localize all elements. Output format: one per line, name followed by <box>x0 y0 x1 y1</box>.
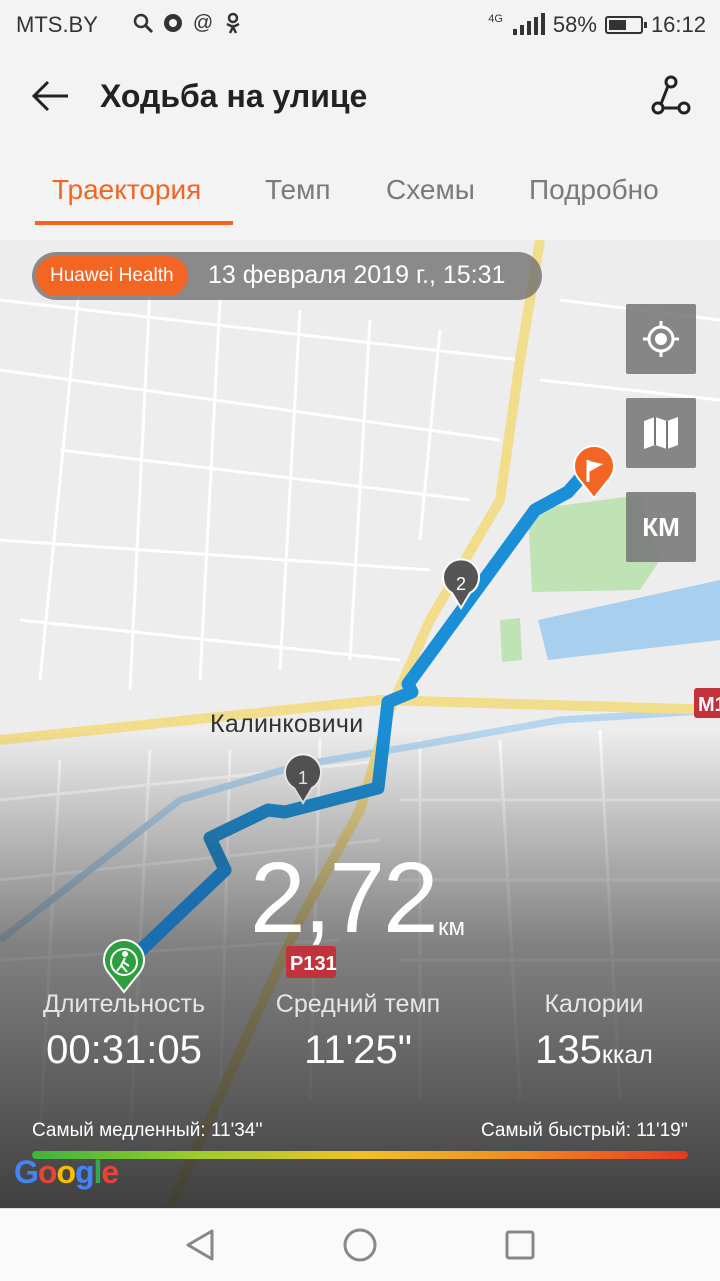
battery-percent: 58% <box>552 12 597 37</box>
tab-bar: Траектория Темп Схемы Подробно <box>0 144 720 240</box>
ok-icon <box>222 12 244 34</box>
total-distance: 2,72 <box>250 842 439 954</box>
slowest-pace: Самый медленный: 11'34'' <box>32 1120 263 1141</box>
app-bar: Ходьба на улице <box>0 52 720 144</box>
road-label-m1: M1 <box>698 694 720 716</box>
at-icon: @ <box>192 12 214 34</box>
chrome-icon <box>162 12 184 34</box>
route-map[interactable]: 1 2 M1 Huawei Health 13 февраля 2019 г.,… <box>0 240 720 1208</box>
notification-icons: @ <box>132 12 244 34</box>
avg-pace-label: Средний темп <box>275 990 441 1018</box>
fastest-pace: Самый быстрый: 11'19'' <box>481 1120 688 1141</box>
pace-gradient-bar <box>32 1151 688 1159</box>
nav-recents-button[interactable] <box>500 1225 540 1265</box>
route-icon <box>651 75 691 115</box>
source-date-chip: Huawei Health 13 февраля 2019 г., 15:31 <box>32 252 542 300</box>
avg-pace-value: 11'25" <box>304 1028 412 1072</box>
status-bar: MTS.BY @ 4G 58% 16:12 <box>0 0 720 52</box>
calories-value: 135 <box>535 1028 602 1072</box>
back-button[interactable] <box>28 74 72 118</box>
nav-home-button[interactable] <box>340 1225 380 1265</box>
triangle-back-icon <box>186 1229 214 1261</box>
km-marker-2-label: 2 <box>456 574 466 594</box>
calories-unit: ккал <box>601 1041 653 1069</box>
search-icon <box>132 12 154 34</box>
unit-toggle-button[interactable]: КМ <box>626 492 696 562</box>
arrow-left-icon <box>31 80 68 112</box>
duration-label: Длительность <box>42 990 206 1018</box>
tab-trajectory[interactable]: Траектория <box>52 174 201 206</box>
workout-date: 13 февраля 2019 г., 15:31 <box>208 261 506 289</box>
page-title: Ходьба на улице <box>100 78 368 114</box>
road-shield-m1: M1 <box>694 688 720 718</box>
system-status: 4G 58% 16:12 <box>488 12 706 38</box>
unit-toggle-label: КМ <box>642 512 680 542</box>
location-target-icon <box>643 321 679 357</box>
google-logo: Google <box>14 1154 119 1190</box>
active-tab-indicator <box>35 221 233 225</box>
tab-details[interactable]: Подробно <box>529 174 659 206</box>
network-type: 4G <box>488 12 503 25</box>
distance-unit: км <box>438 914 465 941</box>
route-share-button[interactable] <box>648 74 692 118</box>
map-type-button[interactable] <box>626 398 696 468</box>
my-location-button[interactable] <box>626 304 696 374</box>
nav-back-button[interactable] <box>180 1225 220 1265</box>
square-recents-icon <box>505 1230 535 1260</box>
duration-value: 00:31:05 <box>46 1028 202 1072</box>
source-badge: Huawei Health <box>36 256 188 296</box>
clock: 16:12 <box>650 12 706 37</box>
map-icon <box>644 417 678 449</box>
finish-marker-icon[interactable] <box>573 445 615 500</box>
circle-home-icon <box>343 1228 377 1262</box>
tab-pace[interactable]: Темп <box>265 174 331 206</box>
carrier-label: MTS.BY <box>16 12 98 37</box>
system-nav-bar <box>0 1208 720 1281</box>
calories-block: 135ккал <box>474 1028 714 1073</box>
tab-charts[interactable]: Схемы <box>386 174 475 206</box>
battery-icon <box>604 16 647 34</box>
signal-icon <box>511 13 545 37</box>
calories-label: Калории <box>544 990 644 1018</box>
